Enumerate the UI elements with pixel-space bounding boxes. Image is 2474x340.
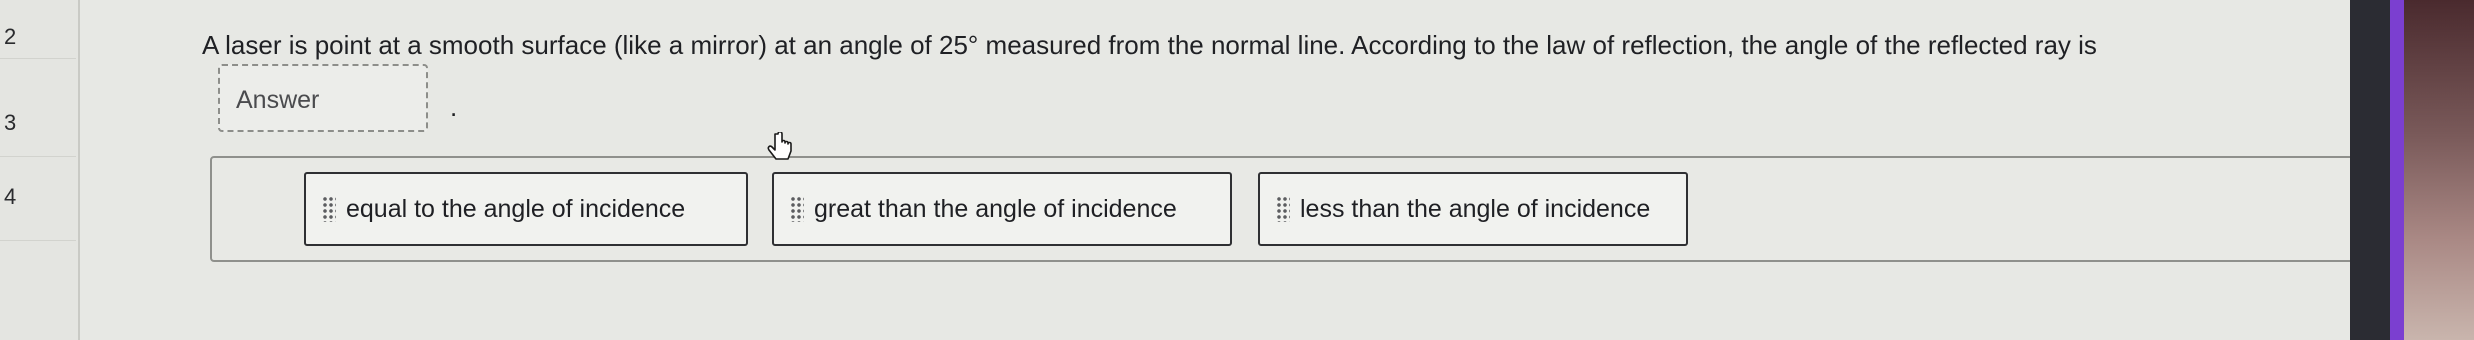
option-less[interactable]: less than the angle of incidence xyxy=(1258,172,1688,246)
question-number: 4 xyxy=(4,184,17,209)
question-prompt: A laser is point at a smooth surface (li… xyxy=(202,30,2097,60)
option-label: less than the angle of incidence xyxy=(1300,194,1651,223)
question-nav-item-2[interactable]: 2 xyxy=(0,0,76,59)
accent-strip xyxy=(2390,0,2404,340)
option-label: equal to the angle of incidence xyxy=(346,194,686,223)
question-nav: 2 3 4 xyxy=(0,0,80,340)
question-panel: A laser is point at a smooth surface (li… xyxy=(80,0,2390,340)
option-equal[interactable]: equal to the angle of incidence xyxy=(304,172,748,246)
question-number: 3 xyxy=(4,110,17,135)
drag-grip-icon xyxy=(322,196,336,222)
hand-pointer-icon xyxy=(767,132,792,160)
option-label: great than the angle of incidence xyxy=(814,194,1177,223)
background-photo-edge xyxy=(2404,0,2474,340)
window-edge xyxy=(2350,0,2390,340)
question-number: 2 xyxy=(4,24,17,49)
drag-grip-icon xyxy=(1276,196,1290,222)
sentence-period: . xyxy=(450,92,458,122)
answer-options-tray: equal to the angle of incidence great th… xyxy=(210,156,2390,262)
question-nav-item-4[interactable]: 4 xyxy=(0,156,76,241)
answer-drop-zone[interactable]: Answer xyxy=(218,64,428,132)
drag-grip-icon xyxy=(790,196,804,222)
option-greater[interactable]: great than the angle of incidence xyxy=(772,172,1232,246)
question-nav-item-3[interactable]: 3 xyxy=(0,58,76,157)
answer-placeholder: Answer xyxy=(236,86,320,114)
